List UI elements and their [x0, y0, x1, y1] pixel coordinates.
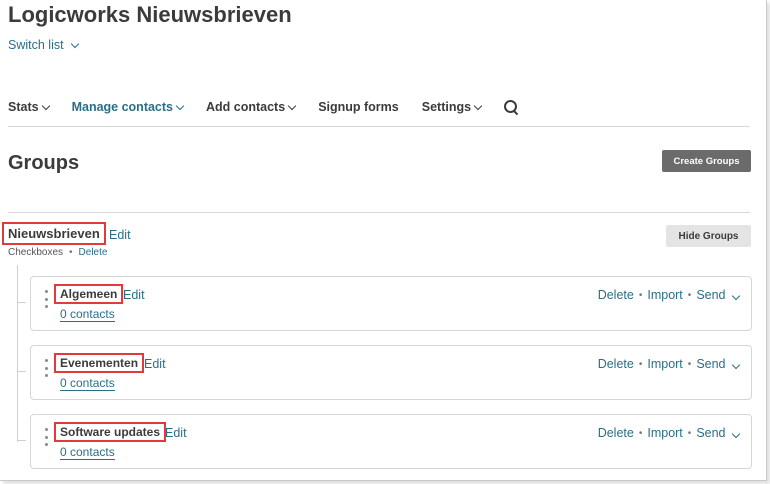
nav-item-label: Manage contacts — [71, 100, 173, 114]
group-type-label: Checkboxes — [8, 247, 64, 258]
chevron-down-icon — [41, 101, 50, 110]
search-button[interactable] — [504, 100, 519, 116]
group-edit-link[interactable]: Edit — [144, 357, 166, 371]
group-import-link[interactable]: Import — [647, 357, 682, 371]
chevron-down-icon — [731, 291, 741, 301]
separator: • — [687, 427, 692, 439]
group-actions: Delete • Import • Send — [598, 426, 741, 440]
group-card-evenementen: Evenementen Edit 0 contacts Delete • Imp… — [30, 345, 752, 400]
parent-group-meta: Checkboxes • Delete — [8, 247, 107, 258]
separator: • — [638, 289, 643, 301]
chevron-down-icon — [287, 101, 297, 110]
group-send-dropdown[interactable]: Send — [696, 288, 741, 302]
nav-item-manage-contacts[interactable]: Manage contacts — [71, 100, 185, 114]
group-actions: Delete • Import • Send — [598, 288, 741, 302]
switch-list-label: Switch list — [8, 38, 64, 52]
nav-item-label: Settings — [421, 100, 472, 114]
divider — [8, 212, 750, 213]
hide-groups-button[interactable]: Hide Groups — [666, 225, 751, 247]
search-icon — [504, 100, 519, 116]
group-send-label: Send — [696, 357, 726, 371]
drag-handle-icon[interactable] — [45, 428, 48, 446]
chevron-down-icon — [731, 360, 741, 370]
group-card-software-updates: Software updates Edit 0 contacts Delete … — [30, 414, 752, 469]
parent-group-name: Nieuwsbrieven — [2, 222, 106, 245]
app-frame: Logicworks Nieuwsbrieven Switch list Sta… — [0, 0, 767, 481]
tree-connector — [17, 371, 26, 372]
switch-list-button[interactable]: Switch list — [8, 38, 79, 52]
parent-group-delete-link[interactable]: Delete — [79, 247, 108, 258]
group-send-label: Send — [696, 426, 726, 440]
group-import-link[interactable]: Import — [647, 426, 682, 440]
group-actions: Delete • Import • Send — [598, 357, 741, 371]
group-send-dropdown[interactable]: Send — [696, 426, 741, 440]
group-delete-link[interactable]: Delete — [598, 357, 634, 371]
groups-heading: Groups — [8, 152, 80, 174]
create-groups-button[interactable]: Create Groups — [662, 150, 751, 172]
chevron-down-icon — [175, 101, 185, 110]
group-edit-link[interactable]: Edit — [165, 426, 187, 440]
tree-connector — [17, 302, 26, 303]
separator: • — [638, 427, 643, 439]
group-contacts-link[interactable]: 0 contacts — [60, 307, 115, 322]
tree-line — [17, 265, 18, 442]
chevron-down-icon — [731, 429, 741, 439]
page-title: Logicworks Nieuwsbrieven — [8, 2, 292, 27]
separator: • — [687, 289, 692, 301]
separator: • — [687, 358, 692, 370]
nav-item-label: Add contacts — [206, 100, 286, 114]
nav-item-add-contacts[interactable]: Add contacts — [206, 100, 297, 114]
parent-group-edit-link[interactable]: Edit — [109, 228, 131, 242]
group-import-link[interactable]: Import — [647, 288, 682, 302]
nav-item-signup-forms[interactable]: Signup forms — [318, 100, 399, 114]
group-delete-link[interactable]: Delete — [598, 426, 634, 440]
divider — [8, 126, 750, 127]
drag-handle-icon[interactable] — [45, 290, 48, 308]
chevron-down-icon — [70, 39, 79, 48]
group-contacts-link[interactable]: 0 contacts — [60, 376, 115, 391]
nav-item-label: Signup forms — [318, 100, 399, 114]
drag-handle-icon[interactable] — [45, 359, 48, 377]
separator: • — [69, 247, 73, 258]
group-delete-link[interactable]: Delete — [598, 288, 634, 302]
main-nav: Stats Manage contacts Add contacts Signu… — [8, 100, 541, 116]
nav-item-settings[interactable]: Settings — [421, 100, 483, 114]
separator: • — [638, 358, 643, 370]
group-name: Evenementen — [54, 353, 145, 373]
chevron-down-icon — [473, 101, 483, 110]
group-contacts-link[interactable]: 0 contacts — [60, 445, 115, 460]
group-name: Software updates — [54, 422, 167, 442]
group-send-dropdown[interactable]: Send — [696, 357, 741, 371]
group-send-label: Send — [696, 288, 726, 302]
group-edit-link[interactable]: Edit — [123, 288, 145, 302]
nav-item-stats[interactable]: Stats — [8, 100, 50, 114]
group-card-algemeen: Algemeen Edit 0 contacts Delete • Import… — [30, 276, 752, 331]
tree-connector — [17, 440, 26, 441]
group-name: Algemeen — [54, 284, 124, 304]
nav-item-label: Stats — [8, 100, 39, 114]
